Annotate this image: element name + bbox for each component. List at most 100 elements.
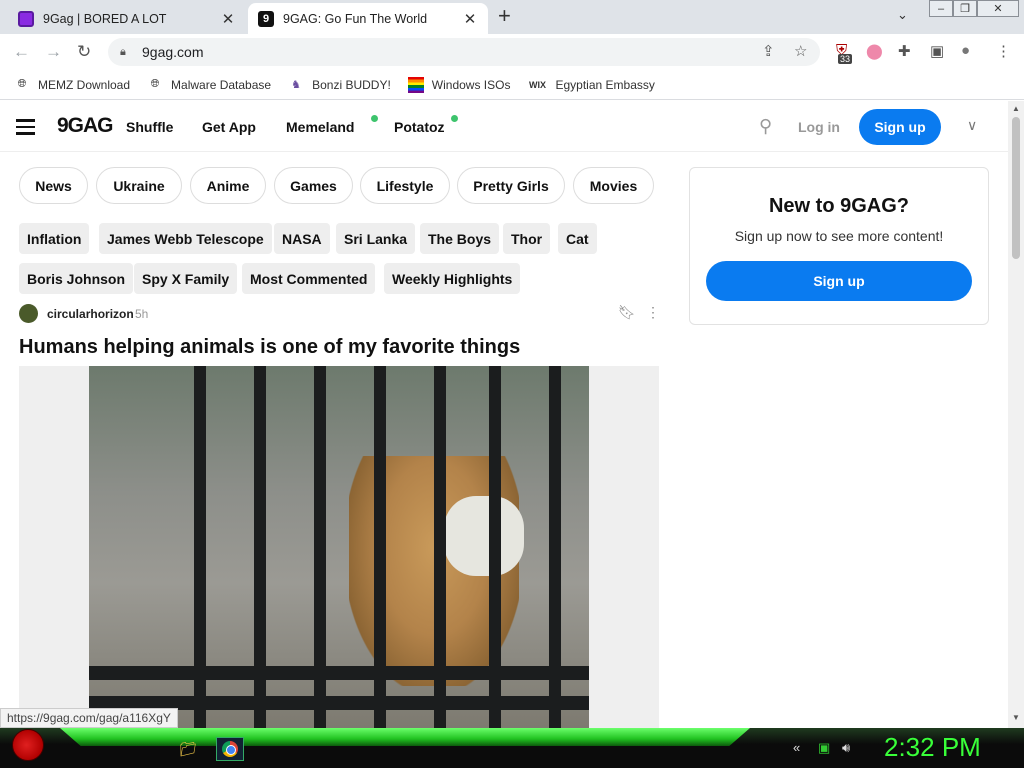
forward-arrow-icon[interactable]: → [45,42,62,62]
tag-inflation[interactable]: Inflation [19,223,90,254]
chevron-down-icon[interactable]: ∨ [967,117,977,134]
bookmark-label: MEMZ Download [38,77,131,92]
category-news[interactable]: News [19,167,88,204]
bookmark-star-icon[interactable]: ☆ [794,42,807,60]
tag-nasa[interactable]: NASA [274,223,330,254]
tag-boris-johnson[interactable]: Boris Johnson [19,263,134,294]
bookmark-label: Bonzi BUDDY! [312,77,391,92]
category-anime[interactable]: Anime [190,167,266,204]
tag-weekly-highlights[interactable]: Weekly Highlights [384,263,521,294]
tray-monitor-icon[interactable]: ▣ [818,740,830,756]
bonzi-icon: ♞ [291,79,302,91]
new-indicator-dot [451,115,458,122]
page-scrollbar[interactable]: ▲ ▼ [1008,101,1024,728]
category-lifestyle[interactable]: Lifestyle [360,167,450,204]
bookmarks-bar: 🌐︎ MEMZ Download 🌐︎ Malware Database ♞ B… [0,70,1024,100]
more-options-icon[interactable]: ⋮ [646,304,660,321]
search-icon[interactable]: ⚲ [759,116,772,137]
url-text[interactable]: 9gag.com [142,44,203,60]
taskbar-glow [60,728,750,746]
wix-icon: WIX [528,79,546,90]
extensions-puzzle-icon[interactable]: ✚ [898,42,911,60]
category-games[interactable]: Games [274,167,353,204]
signup-promo-box: New to 9GAG? Sign up now to see more con… [689,167,989,325]
back-arrow-icon[interactable]: ← [13,42,30,62]
link-status-url: https://9gag.com/gag/a116XgY [0,708,178,728]
category-ukraine[interactable]: Ukraine [96,167,182,204]
tag-james-webb[interactable]: James Webb Telescope [99,223,272,254]
tab-9gag-main[interactable]: 9 9GAG: Go Fun The World ✕ [248,3,488,34]
tab-close-icon[interactable]: ✕ [220,10,236,28]
tab-search-chevron-icon[interactable]: ⌄ [897,7,908,23]
bookmark-label: Malware Database [171,77,272,92]
extension-badge: 33 [838,54,853,64]
tag-spy-x-family[interactable]: Spy X Family [134,263,238,294]
side-panel-icon[interactable]: ▣ [930,42,944,60]
tag-cat[interactable]: Cat [558,223,597,254]
bookmark-bonzi-buddy[interactable]: ♞ Bonzi BUDDY! [288,77,391,93]
tab-favicon-icon [18,10,34,27]
tag-thor[interactable]: Thor [503,223,551,254]
bookmark-memz[interactable]: 🌐︎ MEMZ Download [14,77,130,93]
tab-9gag-bored[interactable]: 9Gag | BORED A LOT ✕ [8,3,246,34]
tag-the-boys[interactable]: The Boys [420,223,500,254]
scrollbar-thumb[interactable] [1012,117,1020,259]
bookmark-egyptian-embassy[interactable]: WIX Egyptian Embassy [527,77,655,93]
fence-rail [89,666,589,680]
nav-memeland[interactable]: Memeland [286,119,354,135]
start-button-bird-icon[interactable] [12,729,44,761]
promo-heading: New to 9GAG? [768,195,909,217]
taskbar [0,728,1024,768]
reload-icon[interactable]: ↻ [77,42,91,62]
tag-most-commented[interactable]: Most Commented [242,263,376,294]
folder-icon[interactable]: 📁︎ [174,737,202,761]
address-bar[interactable]: 🔒︎ 9gag.com [108,38,820,66]
post-title[interactable]: Humans helping animals is one of my favo… [19,336,520,359]
tag-sri-lanka[interactable]: Sri Lanka [336,223,416,254]
bookmark-malware-database[interactable]: 🌐︎ Malware Database [147,77,271,93]
menu-kebab-icon[interactable]: ⋮ [996,42,1011,60]
hamburger-menu-icon[interactable] [16,119,35,139]
scroll-up-icon[interactable]: ▲ [1012,104,1020,113]
nav-shuffle[interactable]: Shuffle [126,119,173,135]
lock-icon: 🔒︎ [120,45,126,58]
close-window-button[interactable]: ✕ [977,0,1019,17]
restore-button[interactable]: ❐ [953,0,977,17]
post-media[interactable] [19,366,659,728]
signup-button[interactable]: Sign up [859,109,941,145]
profile-avatar-icon[interactable]: ● [961,42,970,59]
minimize-button[interactable]: ‒ [929,0,953,17]
glove-figure [444,496,524,576]
login-link[interactable]: Log in [798,119,840,135]
tab-close-icon[interactable]: ✕ [462,10,478,28]
nav-get-app[interactable]: Get App [202,119,256,135]
bookmark-windows-isos[interactable]: Windows ISOs [407,76,510,93]
author-avatar[interactable] [19,304,38,323]
scroll-down-icon[interactable]: ▼ [1012,713,1020,722]
promo-signup-button[interactable]: Sign up [706,261,972,301]
new-tab-button[interactable]: + [498,5,511,27]
category-movies[interactable]: Movies [573,167,654,204]
post-age: 5h [135,307,149,321]
share-icon[interactable]: ⇪ [762,42,775,60]
globe-icon: 🌐︎ [17,78,27,90]
nav-potatoz[interactable]: Potatoz [394,119,445,135]
rainbow-icon [407,76,424,93]
category-pretty-girls[interactable]: Pretty Girls [457,167,565,204]
page-content: 9GAG Shuffle Get App Memeland Potatoz ⚲ … [0,101,1008,728]
tab-favicon-icon: 9 [258,10,274,27]
bookmark-label: Egyptian Embassy [555,77,655,92]
chrome-taskbar-icon[interactable] [216,737,244,761]
tray-arrow-icon[interactable]: « [793,740,800,755]
save-bookmark-icon[interactable]: 🔖︎ [618,304,636,321]
promo-text: Sign up now to see more content! [734,228,944,244]
tab-strip: 9Gag | BORED A LOT ✕ 9 9GAG: Go Fun The … [0,0,1024,34]
site-header: 9GAG Shuffle Get App Memeland Potatoz ⚲ … [0,101,1008,152]
globe-icon: 🌐︎ [150,78,160,90]
extension-trans-icon[interactable]: ⬤ [866,42,883,60]
taskbar-clock[interactable]: 2:32 PM [884,732,981,763]
post-image[interactable] [89,366,589,728]
site-logo[interactable]: 9GAG [57,114,114,138]
post-author[interactable]: circularhorizon [47,307,134,321]
volume-icon[interactable]: 🔊︎ [842,740,850,756]
